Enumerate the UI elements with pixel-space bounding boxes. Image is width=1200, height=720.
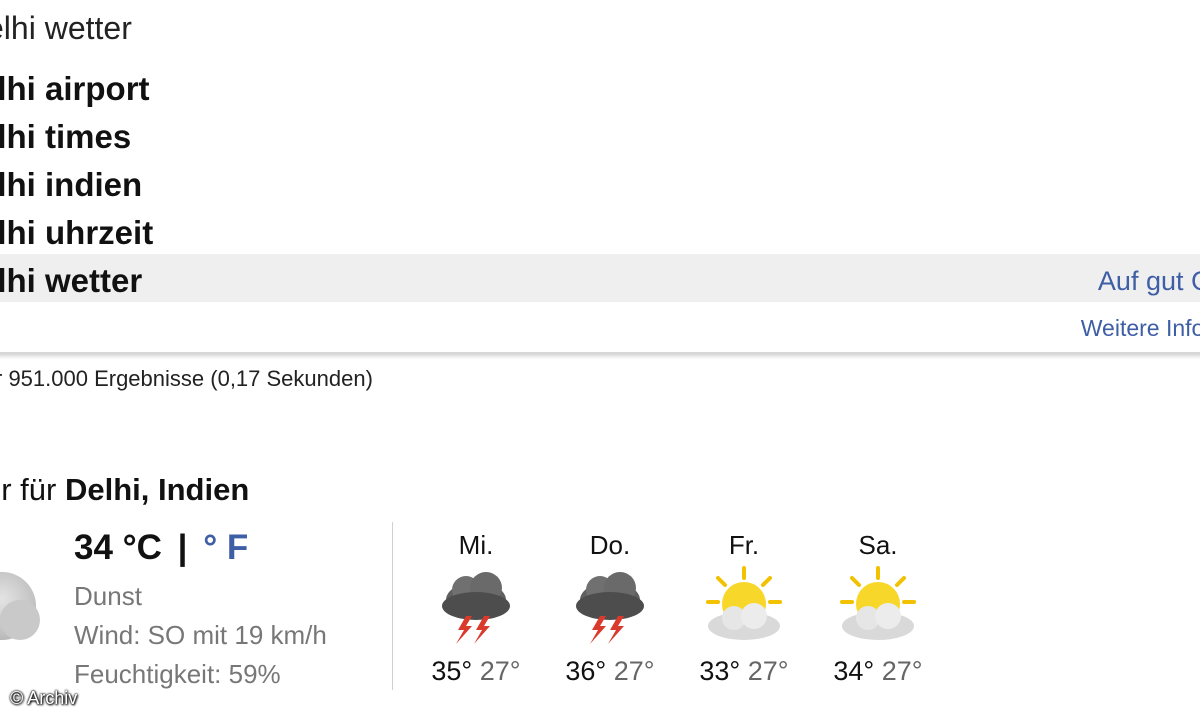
weather-title-prefix: er für	[0, 472, 57, 507]
forecast-low: 27°	[613, 656, 655, 686]
suggestion-label: elhi airport	[0, 70, 150, 107]
forecast-low: 27°	[747, 656, 789, 686]
weather-divider	[392, 522, 393, 690]
unit-separator: |	[177, 528, 188, 567]
forecast-high: 34°	[833, 656, 875, 686]
forecast-high: 36°	[565, 656, 607, 686]
suggestion-item[interactable]: elhi uhrzeit	[0, 206, 1200, 254]
current-wind: Wind: SO mit 19 km/h	[74, 620, 327, 650]
haze-cloud-icon	[0, 572, 40, 640]
lucky-link[interactable]: Auf gut G	[1098, 266, 1200, 297]
current-temperature: 34 °C | ° F	[74, 528, 248, 568]
suggestion-label: elhi wetter	[0, 262, 143, 299]
current-humidity: Feuchtigkeit: 59%	[74, 659, 281, 689]
suggestion-label: elhi indien	[0, 166, 143, 203]
copyright-watermark: © Archiv	[10, 688, 78, 708]
thunderstorm-icon	[576, 572, 644, 644]
weather-location[interactable]: Delhi, Indien	[65, 472, 249, 507]
suggestion-label: elhi uhrzeit	[0, 214, 154, 251]
forecast-low: 27°	[479, 656, 521, 686]
suggestion-item-selected[interactable]: elhi wetter Auf gut G	[0, 254, 1200, 302]
forecast-day-label: Do.	[589, 530, 631, 560]
search-input[interactable]: elhi wetter	[0, 10, 132, 47]
forecast-temps: 33° 27°	[684, 656, 804, 687]
forecast-high: 33°	[699, 656, 741, 686]
forecast-low: 27°	[881, 656, 923, 686]
forecast-day: Fr. 33° 27°	[684, 530, 804, 687]
forecast-day: Do. 36° 27°	[550, 530, 670, 687]
temp-celsius: 34 °C	[74, 528, 162, 567]
suggestion-label: elhi times	[0, 118, 132, 155]
thunderstorm-icon	[442, 572, 510, 644]
weather-title: er für Delhi, Indien	[0, 472, 249, 508]
partly-sunny-icon	[840, 566, 916, 640]
more-info-link[interactable]: Weitere Infor	[1081, 315, 1200, 342]
search-box[interactable]: elhi wetter	[0, 0, 1200, 61]
result-stats: r 951.000 Ergebnisse (0,17 Sekunden)	[0, 366, 373, 391]
forecast-day-label: Fr.	[728, 530, 760, 560]
suggestions-dropdown: elhi airport elhi times elhi indien elhi…	[0, 60, 1200, 353]
current-condition: Dunst	[74, 581, 142, 611]
forecast-day-label: Sa.	[858, 530, 898, 560]
suggestion-item[interactable]: elhi times	[0, 110, 1200, 158]
fahrenheit-toggle[interactable]: ° F	[203, 528, 248, 567]
forecast-temps: 34° 27°	[818, 656, 938, 687]
suggestion-item[interactable]: elhi indien	[0, 158, 1200, 206]
forecast-day-label: Mi.	[458, 530, 494, 560]
forecast-temps: 35° 27°	[416, 656, 536, 687]
forecast-day: Mi. 35° 27°	[416, 530, 536, 687]
forecast-high: 35°	[431, 656, 473, 686]
forecast-temps: 36° 27°	[550, 656, 670, 687]
suggestion-item[interactable]: elhi airport	[0, 62, 1200, 110]
partly-sunny-icon	[706, 566, 782, 640]
forecast-day: Sa. 34° 27°	[818, 530, 938, 687]
